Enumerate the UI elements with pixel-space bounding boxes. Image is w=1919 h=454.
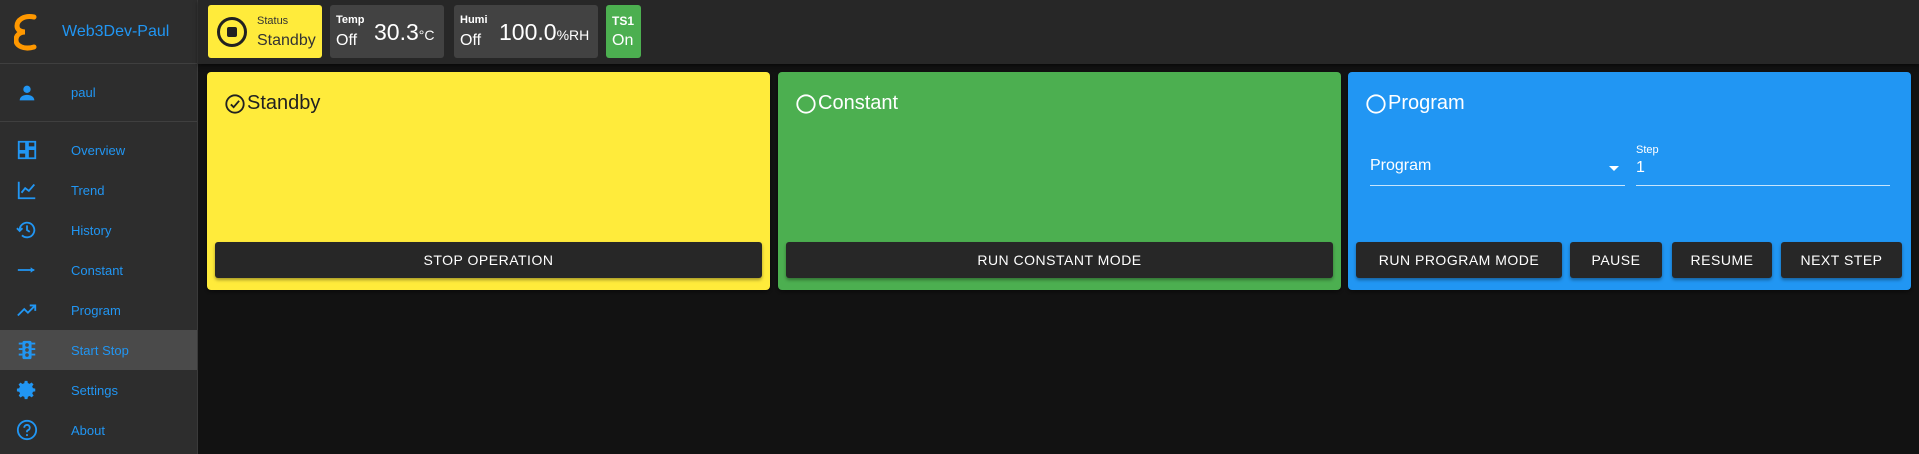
program-select[interactable]: Program [1370,156,1625,186]
sidebar-item-constant[interactable]: Constant [0,250,197,290]
ts1-state: On [612,32,634,49]
arrow-right-icon [16,259,38,281]
stop-operation-button[interactable]: STOP OPERATION [215,242,762,278]
humi-value: 100.0 [499,19,557,45]
sidebar-item-label: Trend [71,182,105,198]
temp-state: Off [336,32,358,49]
status-value: Standby [257,32,316,49]
step-label: Step [1636,144,1659,156]
constant-title-label: Constant [818,92,899,114]
temp-unit: °C [418,27,435,43]
radio-unchecked-icon [796,93,816,114]
sidebar-item-label: About [71,422,105,438]
run-constant-mode-button[interactable]: RUN CONSTANT MODE [786,242,1333,278]
sidebar-item-trend[interactable]: Trend [0,170,197,210]
next-step-button[interactable]: NEXT STEP [1781,242,1902,278]
humi-chip: Humi Off 100.0%RH [454,5,598,58]
stop-icon [217,17,247,47]
sidebar-item-label: Program [71,302,121,318]
step-field: Step [1636,144,1890,186]
step-input[interactable] [1636,159,1876,177]
sidebar-item-label: Constant [71,262,124,278]
logo-icon [14,13,37,51]
user-row[interactable]: paul [0,64,197,122]
sidebar-item-label: Start Stop [71,342,129,358]
constant-card[interactable]: Constant RUN CONSTANT MODE [778,72,1341,290]
top-bar: Status Standby Temp Off 30.3°C Humi Off … [198,0,1919,64]
sidebar-item-overview[interactable]: Overview [0,130,197,170]
resume-button[interactable]: RESUME [1672,242,1772,278]
dashboard-icon [16,139,38,161]
ts1-chip: TS1 On [606,5,641,58]
sidebar-nav: Overview Trend History Constant Program … [0,122,197,450]
brand: Web3Dev-Paul [0,0,197,64]
app-root: Web3Dev-Paul paul Overview Trend History… [0,0,1919,454]
program-title-label: Program [1388,92,1465,114]
sidebar-item-start-stop[interactable]: Start Stop [0,330,197,370]
sidebar-item-program[interactable]: Program [0,290,197,330]
humi-state: Off [460,32,482,49]
standby-card[interactable]: Standby STOP OPERATION [207,72,770,290]
sidebar-item-label: Settings [71,382,118,398]
standby-title[interactable]: Standby [224,92,320,115]
sidebar-item-about[interactable]: About [0,410,197,450]
history-icon [16,219,38,241]
temp-chip: Temp Off 30.3°C [330,5,444,58]
humi-reading: 100.0%RH [499,19,589,46]
radio-unchecked-icon [1366,93,1386,114]
status-label: Status [257,15,289,27]
temp-label: Temp [336,14,365,26]
sidebar: Web3Dev-Paul paul Overview Trend History… [0,0,198,454]
ts1-label: TS1 [612,14,635,28]
humi-unit: %RH [556,27,590,43]
sidebar-item-settings[interactable]: Settings [0,370,197,410]
sidebar-item-label: History [71,222,112,238]
temp-reading: 30.3°C [374,19,434,46]
user-name: paul [71,85,96,100]
constant-title[interactable]: Constant [795,92,898,115]
run-program-mode-button[interactable]: RUN PROGRAM MODE [1356,242,1562,278]
traffic-light-icon [16,339,38,361]
gear-icon [16,379,38,401]
program-title[interactable]: Program [1365,92,1465,115]
standby-title-label: Standby [247,92,321,114]
humi-label: Humi [460,14,488,26]
program-select-value: Program [1370,157,1432,174]
sidebar-item-history[interactable]: History [0,210,197,250]
temp-value: 30.3 [374,19,419,45]
check-circle-icon [225,93,245,114]
dropdown-arrow-icon [1609,166,1619,171]
help-circle-icon [16,419,38,441]
status-chip: Status Standby [208,5,322,58]
pause-button[interactable]: PAUSE [1570,242,1662,278]
app-title[interactable]: Web3Dev-Paul [62,23,169,41]
sidebar-item-label: Overview [71,142,126,158]
program-card[interactable]: Program Program Step RUN PROGRAM MODE PA… [1348,72,1911,290]
chart-line-icon [16,179,38,201]
account-icon [16,82,38,104]
trending-up-icon [16,299,38,321]
